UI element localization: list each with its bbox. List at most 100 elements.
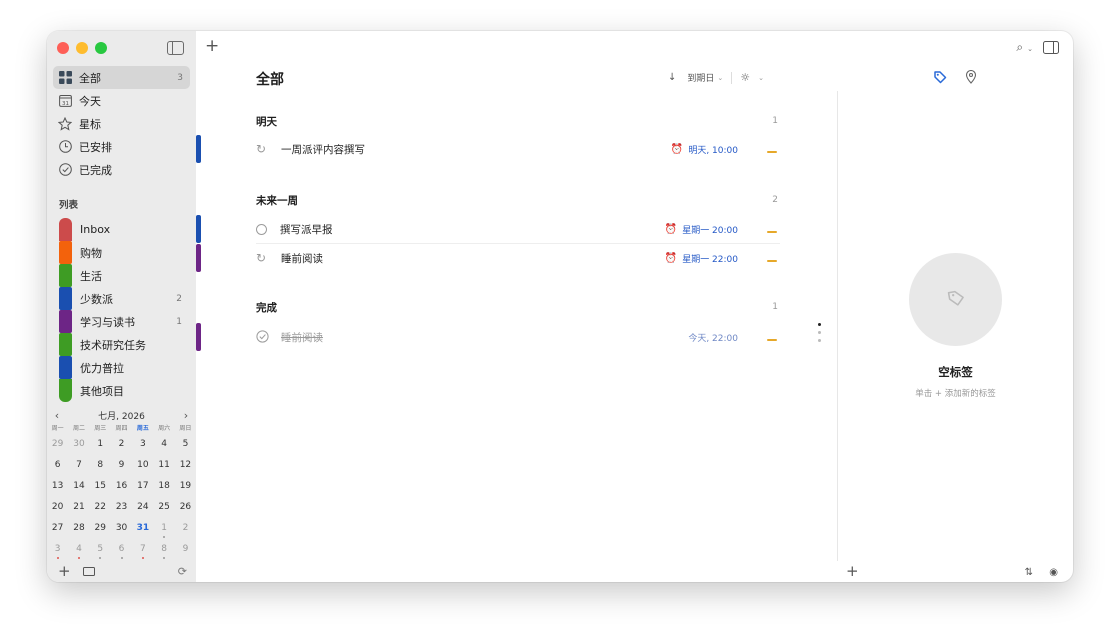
task-row[interactable]: 睡前阅读 今天, 22:00 <box>196 323 780 351</box>
calendar-day[interactable]: 11 <box>153 456 174 477</box>
calendar-day[interactable]: 26 <box>175 498 196 519</box>
calendar-day[interactable]: 16 <box>111 477 132 498</box>
calendar-day[interactable]: 5 <box>175 435 196 456</box>
calendar-day[interactable]: 7 <box>132 540 153 561</box>
calendar-day[interactable]: 4 <box>68 540 89 561</box>
calendar-day[interactable]: 9 <box>175 540 196 561</box>
list-item-inbox[interactable]: Inbox <box>59 218 190 241</box>
add-list-plus-icon[interactable]: + <box>58 564 71 579</box>
list-item-study[interactable]: 学习与读书 1 <box>59 310 190 333</box>
calendar-day[interactable]: 22 <box>90 498 111 519</box>
scroll-indicator-dots <box>816 323 822 347</box>
add-tag-plus-icon[interactable]: + <box>846 560 859 582</box>
sort-direction-icon[interactable]: ↓ <box>668 72 676 83</box>
task-due: ⏰ 星期一 20:00 <box>665 223 738 236</box>
zoom-window-button[interactable] <box>95 42 107 54</box>
calendar-day[interactable]: 1 <box>90 435 111 456</box>
nav-item-starred[interactable]: 星标 <box>53 112 190 135</box>
close-window-button[interactable] <box>57 42 69 54</box>
nav-item-scheduled[interactable]: 已安排 <box>53 135 190 158</box>
window-controls <box>57 42 107 54</box>
calendar-day[interactable]: 17 <box>132 477 153 498</box>
calendar-day[interactable]: 20 <box>47 498 68 519</box>
task-row[interactable]: ↻ 睡前阅读 ⏰ 星期一 22:00 <box>196 243 780 272</box>
calendar-day[interactable]: 29 <box>47 435 68 456</box>
check-circle-icon[interactable] <box>256 330 270 344</box>
calendar-day[interactable]: 1 <box>153 519 174 540</box>
minimize-window-button[interactable] <box>76 42 88 54</box>
sync-icon[interactable]: ⟳ <box>178 565 187 578</box>
list-item-count: 2 <box>176 293 182 304</box>
chevron-down-icon[interactable]: ⌄ <box>1027 45 1033 53</box>
list-color-swatch <box>59 356 72 379</box>
calendar-day[interactable]: 23 <box>111 498 132 519</box>
calendar-day[interactable]: 18 <box>153 477 174 498</box>
repeat-circle-icon[interactable]: ↻ <box>256 251 270 265</box>
list-color-tag <box>196 323 201 351</box>
calendar-day[interactable]: 2 <box>175 519 196 540</box>
calendar-day[interactable]: 21 <box>68 498 89 519</box>
calendar-day[interactable]: 5 <box>90 540 111 561</box>
calendar-day[interactable]: 7 <box>68 456 89 477</box>
weekday-label: 周三 <box>94 425 107 432</box>
location-pin-icon[interactable] <box>964 69 979 84</box>
task-row[interactable]: ↻ 一周派评内容撰写 ⏰ 明天, 10:00 <box>196 135 780 163</box>
task-due: ⏰ 星期一 22:00 <box>665 252 738 265</box>
calendar-day[interactable]: 6 <box>47 456 68 477</box>
calendar-day[interactable]: 28 <box>68 519 89 540</box>
calendar-day[interactable]: 19 <box>175 477 196 498</box>
sidebar-toggle-icon[interactable] <box>167 41 184 55</box>
calendar-day[interactable]: 3 <box>47 540 68 561</box>
calendar-day[interactable]: 2 <box>111 435 132 456</box>
calendar-day[interactable]: 27 <box>47 519 68 540</box>
calendar-day[interactable]: 29 <box>90 519 111 540</box>
calendar-day[interactable]: 14 <box>68 477 89 498</box>
repeat-circle-icon[interactable]: ↻ <box>256 142 270 156</box>
calendar-day[interactable]: 15 <box>90 477 111 498</box>
calendar-day[interactable]: 30 <box>68 435 89 456</box>
sort-field-button[interactable]: 到期日 <box>687 71 714 84</box>
calendar-day[interactable]: 9 <box>111 456 132 477</box>
task-checkbox[interactable] <box>256 223 267 235</box>
calendar-day-number: 3 <box>54 544 61 554</box>
calendar-day[interactable]: 3 <box>132 435 153 456</box>
search-icon[interactable]: ⌕ ⌄ <box>1016 40 1033 55</box>
task-row[interactable]: 撰写派早报 ⏰ 星期一 20:00 <box>196 215 780 243</box>
list-item-label: 购物 <box>80 246 102 260</box>
list-item-shopping[interactable]: 购物 <box>59 241 190 264</box>
calendar-toggle-icon[interactable] <box>83 567 95 576</box>
calendar-day[interactable]: 30 <box>111 519 132 540</box>
add-task-plus-icon[interactable]: + <box>205 36 219 56</box>
tag-tab-icon[interactable] <box>933 69 948 84</box>
calendar-day[interactable]: 8 <box>153 540 174 561</box>
list-item-youlipula[interactable]: 优力普拉 <box>59 356 190 379</box>
list-item-tech[interactable]: 技术研究任务 <box>59 333 190 356</box>
list-item-sspai[interactable]: 少数派 2 <box>59 287 190 310</box>
inspector-toggle-icon[interactable] <box>1043 41 1059 54</box>
chevron-down-icon[interactable]: ⌄ <box>717 74 723 82</box>
nav-item-completed[interactable]: 已完成 <box>53 158 190 181</box>
task-group-completed: 完成 1 睡前阅读 今天, 22:00 <box>196 299 780 351</box>
calendar-day[interactable]: 8 <box>90 456 111 477</box>
list-item-life[interactable]: 生活 <box>59 264 190 287</box>
chevron-right-icon[interactable]: › <box>181 409 191 422</box>
nav-item-today[interactable]: 31 今天 <box>53 89 190 112</box>
calendar-day-today[interactable]: 31 <box>132 519 153 540</box>
sort-arrows-icon[interactable]: ⇅ <box>1025 567 1033 578</box>
calendar-day[interactable]: 24 <box>132 498 153 519</box>
list-item-other[interactable]: 其他项目 <box>59 379 190 402</box>
calendar-day[interactable]: 10 <box>132 456 153 477</box>
calendar-day[interactable]: 6 <box>111 540 132 561</box>
calendar-day[interactable]: 13 <box>47 477 68 498</box>
chevron-left-icon[interactable]: ‹ <box>52 409 62 422</box>
sun-icon[interactable]: ☼ <box>740 71 750 84</box>
group-title: 明天 <box>256 115 277 128</box>
eye-icon[interactable]: ◉ <box>1049 567 1058 578</box>
calendar-day[interactable]: 12 <box>175 456 196 477</box>
nav-item-all[interactable]: 全部 3 <box>53 66 190 89</box>
calendar-day[interactable]: 4 <box>153 435 174 456</box>
calendar-31-icon: 31 <box>58 94 72 108</box>
alarm-icon: ⏰ <box>670 143 684 155</box>
chevron-down-icon[interactable]: ⌄ <box>758 74 764 82</box>
calendar-day[interactable]: 25 <box>153 498 174 519</box>
